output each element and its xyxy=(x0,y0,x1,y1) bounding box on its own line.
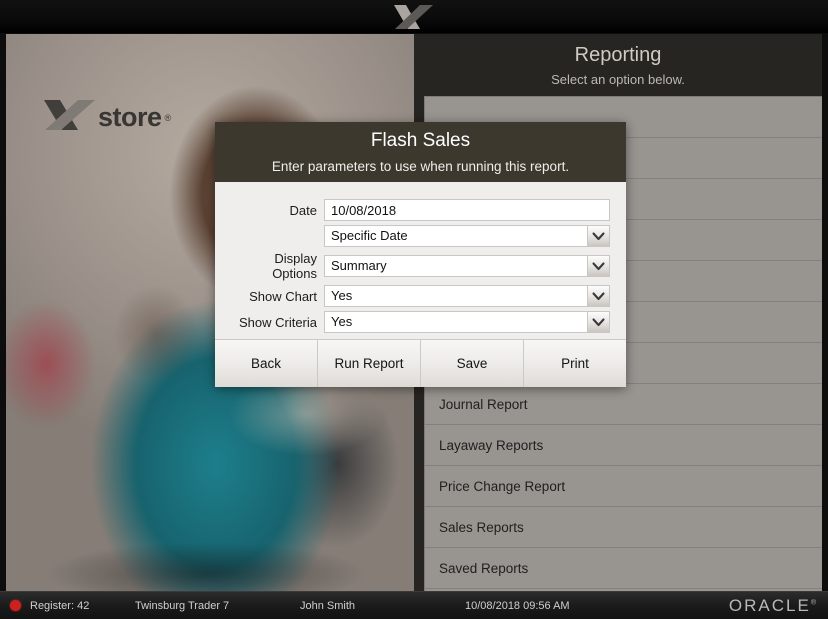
select-show-chart[interactable]: Yes xyxy=(324,285,610,307)
dialog-form: Date Specific Date Display Options Summary S… xyxy=(215,182,626,333)
report-list-item[interactable]: Saved Reports xyxy=(425,548,822,589)
form-row: Date xyxy=(231,199,610,221)
form-row: Specific Date xyxy=(231,225,610,247)
report-list-item[interactable]: Sales Reports xyxy=(425,507,822,548)
xstore-trademark: ® xyxy=(164,112,172,123)
field-control: Summary xyxy=(324,255,610,277)
status-register: Register: 42 xyxy=(30,599,90,612)
xstore-x-logo-icon xyxy=(44,98,96,137)
dialog-button-bar: Back Run Report Save Print xyxy=(215,339,626,387)
report-list-item[interactable]: Layaway Reports xyxy=(425,425,822,466)
status-bar: Register: 42 Twinsburg Trader 7 John Smi… xyxy=(0,591,828,619)
report-list-item[interactable]: Price Change Report xyxy=(425,466,822,507)
oracle-logo: ORACLE® xyxy=(729,596,816,616)
status-user: John Smith xyxy=(300,599,356,612)
back-button[interactable]: Back xyxy=(215,340,318,387)
form-row: Show Criteria Yes xyxy=(231,311,610,333)
select-show-criteria[interactable]: Yes xyxy=(324,311,610,333)
save-button[interactable]: Save xyxy=(421,340,524,387)
xstore-x-logo-icon xyxy=(394,4,434,30)
field-control: Yes xyxy=(324,285,610,307)
field-label: Show Chart xyxy=(249,288,317,304)
dialog-header: Flash Sales Enter parameters to use when… xyxy=(215,122,626,182)
field-control: Yes xyxy=(324,311,610,333)
chevron-down-icon[interactable] xyxy=(587,226,609,246)
select-value: Yes xyxy=(331,314,353,329)
field-control xyxy=(324,199,610,221)
select-value: Specific Date xyxy=(331,228,408,243)
select-value: Summary xyxy=(331,258,387,273)
dialog-subtitle: Enter parameters to use when running thi… xyxy=(271,158,570,174)
chevron-down-icon[interactable] xyxy=(587,286,609,306)
flash-sales-dialog: Flash Sales Enter parameters to use when… xyxy=(215,122,626,387)
field-label: Display Options xyxy=(272,251,317,281)
select-display-options[interactable]: Summary xyxy=(324,255,610,277)
chevron-down-icon[interactable] xyxy=(587,256,609,276)
form-row: Show Chart Yes xyxy=(231,285,610,307)
date-input[interactable] xyxy=(324,199,610,221)
page-title: Reporting xyxy=(574,44,662,66)
select-date-type[interactable]: Specific Date xyxy=(324,225,610,247)
chevron-down-icon[interactable] xyxy=(587,312,609,332)
field-control: Specific Date xyxy=(324,225,610,247)
form-row: Display Options Summary xyxy=(231,251,610,281)
reporting-header: Reporting Select an option below. xyxy=(414,34,822,96)
application-window: store ® Reporting Select an option below… xyxy=(0,0,828,619)
field-label: Date xyxy=(289,202,317,218)
page-subtitle: Select an option below. xyxy=(551,72,685,87)
status-store: Twinsburg Trader 7 xyxy=(135,599,230,612)
oracle-trademark: ® xyxy=(810,598,816,606)
dialog-title: Flash Sales xyxy=(370,130,471,151)
print-button[interactable]: Print xyxy=(524,340,626,387)
run-report-button[interactable]: Run Report xyxy=(318,340,421,387)
report-list-item[interactable]: Journal Report xyxy=(425,384,822,425)
status-dot-icon xyxy=(10,600,21,611)
select-value: Yes xyxy=(331,288,353,303)
field-label: Show Criteria xyxy=(238,314,317,330)
content-area: store ® Reporting Select an option below… xyxy=(6,34,822,591)
oracle-wordmark: ORACLE xyxy=(728,595,811,615)
title-bar xyxy=(0,0,828,33)
xstore-wordmark: store xyxy=(98,102,162,132)
status-datetime: 10/08/2018 09:56 AM xyxy=(465,599,570,612)
xstore-brand-logo: store ® xyxy=(44,98,171,137)
